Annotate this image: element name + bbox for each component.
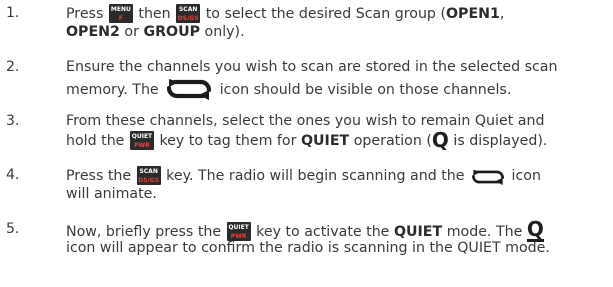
open1-label: OPEN1 <box>445 6 500 22</box>
quiet-key-icon: QUIET PWR <box>226 222 251 241</box>
step-number: 3. <box>6 113 20 129</box>
step-text: Press MENU F then SCAN DS/GS to select the… <box>66 4 505 40</box>
scan-loop-arrows-icon <box>163 77 215 107</box>
step-text: Now, briefly press the QUIET PWR key to a… <box>66 217 550 256</box>
step-number: 1. <box>6 5 20 21</box>
scan-key-icon: SCAN DS/GS <box>136 166 161 185</box>
step-text: Ensure the channels you wish to scan are… <box>66 58 608 100</box>
quiet-label: QUIET <box>300 133 350 149</box>
quiet-label: QUIET <box>393 224 443 240</box>
text-fragment: to select the desired Scan group ( <box>205 6 446 22</box>
instructions-page: 1. Press MENU F then SCAN DS/GS to select … <box>0 0 613 287</box>
text-fragment: then <box>138 6 171 22</box>
scan-loop-arrows-icon <box>469 167 507 193</box>
step-number: 2. <box>6 59 20 75</box>
quiet-q-icon: Q <box>431 128 449 152</box>
menu-key-icon: MENU F <box>108 4 133 23</box>
scan-key-icon: SCAN DS/GS <box>176 4 201 23</box>
quiet-q-underlined-icon: Q <box>526 217 544 242</box>
step-text: From these channels, select the ones you… <box>66 113 548 152</box>
open2-label: OPEN2 <box>66 24 120 40</box>
text-fragment: Press <box>66 6 104 22</box>
step-text: Press the SCAN DS/GS key. The radio will … <box>66 166 541 202</box>
quiet-key-icon: QUIET PWR <box>129 131 154 150</box>
step-number: 5. <box>6 221 20 237</box>
group-label: GROUP <box>143 24 201 40</box>
step-number: 4. <box>6 167 20 183</box>
